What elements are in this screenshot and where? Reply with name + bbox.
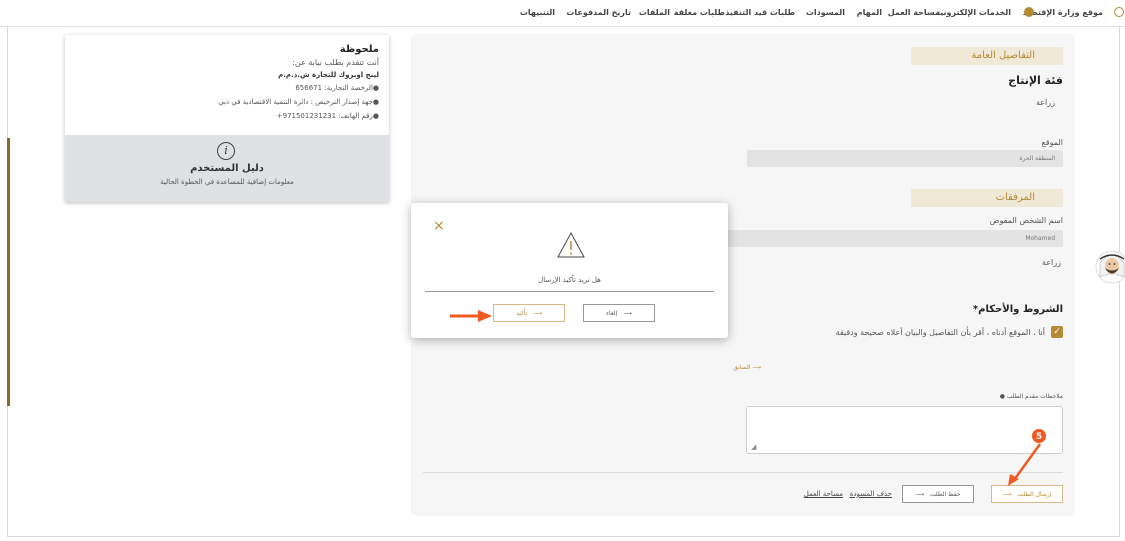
delegate-field[interactable]: Mohamed: [723, 230, 1063, 247]
location-label: الموقع: [1041, 138, 1064, 147]
note-line1: أنت تتقدم بطلب نيابة عن:: [292, 58, 379, 67]
annotation-arrow-icon: [450, 310, 492, 322]
note-phone: ●رقم الهاتف: 971501231231+: [276, 112, 379, 120]
arrow-right-icon: ⟶: [533, 309, 542, 317]
terms-text: أنا ، الموقع أدناه ، أقر بأن التفاصيل وا…: [835, 328, 1045, 337]
side-accent-bar: [7, 138, 10, 406]
resize-grip-icon: ◢: [751, 443, 757, 451]
delegate-label: اسم الشخص المفوض: [989, 216, 1063, 225]
general-details-header: التفاصيل العامة: [911, 47, 1063, 65]
notes-label-row: ملاحظات مقدم الطلب ●: [1000, 393, 1063, 400]
nav-ministry-site[interactable]: موقع وزارة الإقتصاد: [1023, 8, 1103, 17]
cancel-button[interactable]: إلغاء ⟶: [583, 304, 655, 322]
note-title: ملحوظة: [339, 44, 379, 55]
previous-button[interactable]: ⟶ السابق: [733, 364, 761, 371]
nav-payments[interactable]: تاريخ المدفوعات: [566, 8, 631, 17]
note-authority: ●جهة إصدار الترخيص : دائرة التنمية الاقت…: [218, 98, 379, 106]
nav-tasks[interactable]: المهام: [857, 8, 882, 17]
info-icon: i: [217, 142, 235, 160]
note-license: ●الرخصة التجارية: 656671: [295, 84, 379, 92]
location-field[interactable]: المنطقة الحرة: [747, 150, 1063, 167]
action-divider: [423, 472, 1063, 473]
top-navigation: موقع وزارة الإقتصاد الخدمات الإلكترونية …: [0, 0, 1125, 27]
category-label: فئة الإنتاج: [1008, 74, 1063, 87]
terms-label: الشروط والأحكام*: [972, 304, 1063, 315]
nav-in-progress[interactable]: طلبات قيد التنفيذ: [725, 8, 795, 17]
nav-notifications[interactable]: التنبيهات: [520, 8, 555, 17]
nav-files[interactable]: الملفات: [639, 8, 670, 17]
confirm-label: تأكيد: [516, 309, 528, 317]
globe-icon: [1114, 7, 1124, 17]
info-dot-icon: ●: [999, 393, 1005, 400]
warning-icon: [557, 231, 585, 258]
arrow-right-icon: ⟶: [915, 490, 924, 498]
assistant-avatar[interactable]: [1094, 247, 1125, 287]
arrow-right-icon: ⟶: [752, 364, 761, 371]
note-content: ملحوظة أنت تتقدم بطلب نيابة عن: لينج اوب…: [65, 35, 389, 135]
dialog-message: هل تريد تأكيد الإرسال: [538, 276, 601, 284]
note-company: لينج اوبروك للتجارة ش.ذ.م.م: [278, 71, 379, 79]
notes-label: ملاحظات مقدم الطلب: [1006, 393, 1063, 400]
terms-checkbox[interactable]: ✓: [1051, 326, 1063, 338]
save-label: حفظ الطلب: [929, 490, 961, 498]
nav-workspace[interactable]: مساحة العمل: [888, 8, 940, 17]
category-value: زراعة: [1035, 98, 1055, 107]
submit-label: إرسال الطلب: [1017, 490, 1052, 498]
confirm-button[interactable]: تأكيد ⟶: [493, 304, 565, 322]
attachment-value: زراعة: [1041, 258, 1061, 267]
arrow-right-icon: ⟶: [1002, 490, 1012, 498]
dialog-separator: [425, 291, 714, 292]
nav-closed[interactable]: طلبات مغلقة: [674, 8, 725, 17]
save-request-button[interactable]: حفظ الطلب ⟶: [902, 485, 974, 503]
note-card: ملحوظة أنت تتقدم بطلب نيابة عن: لينج اوب…: [65, 35, 389, 202]
user-guide-subtitle: معلومات إضافية للمساعدة في الخطوة الحالي…: [160, 178, 294, 186]
user-guide-panel[interactable]: i دليل المستخدم معلومات إضافية للمساعدة …: [65, 135, 389, 202]
workspace-link[interactable]: مساحة العمل: [804, 490, 843, 498]
user-guide-title: دليل المستخدم: [190, 163, 264, 174]
arrow-right-icon: ⟶: [623, 309, 632, 317]
cancel-label: إلغاء: [606, 309, 618, 317]
nav-eservices[interactable]: الخدمات الإلكترونية: [935, 8, 1011, 17]
close-icon[interactable]: ×: [433, 218, 445, 234]
annotation-arrow-icon: [1008, 443, 1042, 486]
nav-drafts[interactable]: المسودات: [806, 8, 845, 17]
gear-icon: [1024, 7, 1034, 17]
attachments-header: المرفقات: [911, 189, 1063, 207]
previous-label: السابق: [733, 364, 751, 371]
delete-draft-link[interactable]: حذف المسودة: [850, 490, 892, 498]
